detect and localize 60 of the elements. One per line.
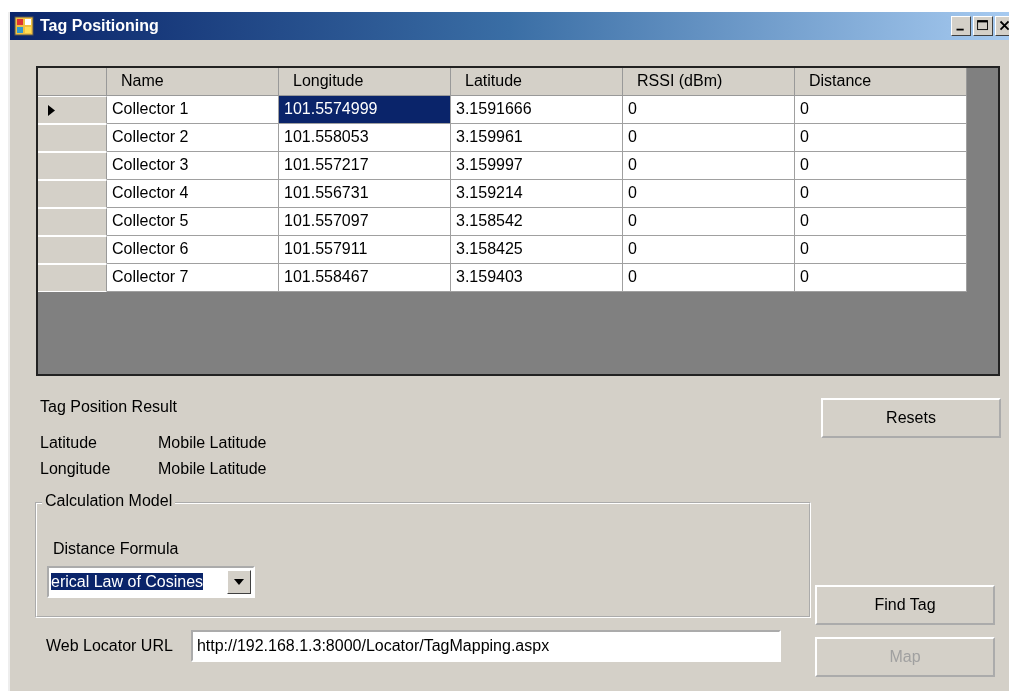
table-cell[interactable]: 0 [795,236,967,264]
dropdown-arrow-icon [234,579,244,585]
table-cell[interactable]: Collector 5 [107,208,279,236]
table-cell[interactable]: Collector 4 [107,180,279,208]
table-cell[interactable]: 0 [795,96,967,124]
table-cell[interactable]: 3.159961 [451,124,623,152]
field-label: Longitude [40,459,112,479]
table-cell[interactable]: 3.159214 [451,180,623,208]
minimize-icon[interactable] [951,16,971,36]
table-cell[interactable]: Collector 3 [107,152,279,180]
row-header[interactable] [38,96,107,124]
table-cell[interactable]: 101.556731 [279,180,451,208]
formula-dropdown[interactable]: erical Law of Cosines [47,566,255,598]
action-button[interactable]: Find Tag [815,585,995,625]
table-cell[interactable]: 0 [623,264,795,292]
table-cell[interactable]: 0 [795,152,967,180]
close-icon[interactable] [995,16,1009,36]
table-cell[interactable]: 0 [795,124,967,152]
formula-label: Distance Formula [53,540,180,558]
table-cell[interactable]: 101.558053 [279,124,451,152]
table-cell[interactable]: 0 [623,96,795,124]
action-button[interactable]: Resets [821,398,1001,438]
table-cell[interactable]: Collector 1 [107,96,279,124]
header-corner [38,68,107,96]
table-cell[interactable]: 0 [795,208,967,236]
table-cell[interactable]: 0 [623,208,795,236]
current-row-icon [48,104,55,116]
table-cell[interactable]: 0 [623,124,795,152]
column-header[interactable]: Latitude [451,68,623,96]
table-cell[interactable]: 3.158425 [451,236,623,264]
column-header[interactable]: Distance [795,68,967,96]
window-title: Tag Positioning [40,17,160,35]
table-cell[interactable]: 0 [623,236,795,264]
table-cell[interactable]: Collector 2 [107,124,279,152]
table-cell[interactable]: 0 [795,180,967,208]
table-cell[interactable]: 3.159403 [451,264,623,292]
table-cell[interactable]: 0 [623,180,795,208]
table-cell[interactable]: 0 [795,264,967,292]
table-cell[interactable]: Collector 6 [107,236,279,264]
table-cell[interactable]: 3.159997 [451,152,623,180]
url-field[interactable]: http://192.168.1.3:8000/Locator/TagMapping.aspx [190,630,781,662]
app-icon [14,16,34,36]
table-cell[interactable]: 101.557097 [279,208,451,236]
table-cell[interactable]: 3.1591666 [451,96,623,124]
field-label: Latitude [40,433,98,453]
maximize-icon[interactable] [973,16,993,36]
table-cell[interactable]: 101.5574999 [279,96,451,124]
field-value: Mobile Latitude [158,459,267,479]
field-value: Mobile Latitude [158,433,267,453]
column-header[interactable]: Longitude [279,68,451,96]
url-label: Web Locator URL [46,637,173,655]
table-cell[interactable]: Collector 7 [107,264,279,292]
result-title: Tag Position Result [40,398,178,416]
table-cell[interactable]: 3.158542 [451,208,623,236]
column-header[interactable]: RSSI (dBm) [623,68,795,96]
column-header[interactable]: Name [107,68,279,96]
table-cell[interactable]: 0 [623,152,795,180]
table-cell[interactable]: 101.557911 [279,236,451,264]
table-cell[interactable]: 101.557217 [279,152,451,180]
table-cell[interactable]: 101.558467 [279,264,451,292]
